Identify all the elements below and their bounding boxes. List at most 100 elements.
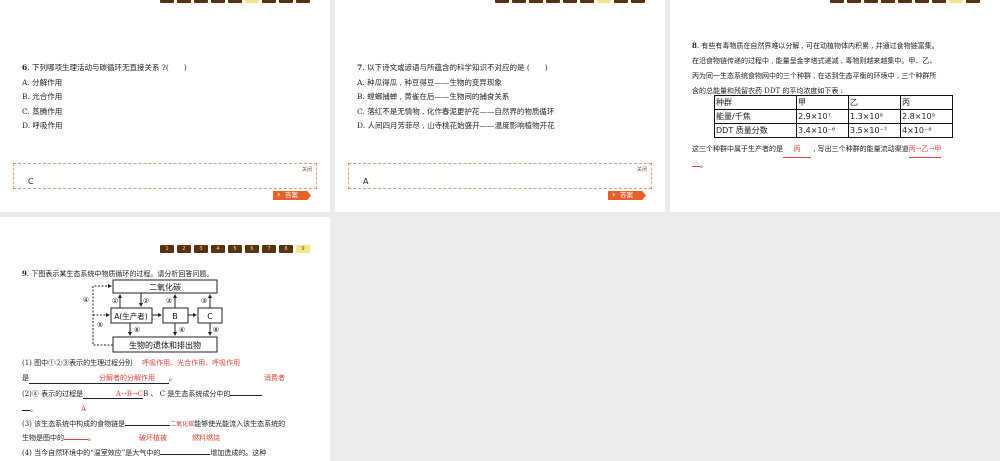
option-a: A. 分解作用 (22, 77, 63, 87)
part-1b: 是分解者的分解作用。 消费者 (22, 373, 302, 384)
page-button[interactable] (495, 0, 509, 3)
option-b: B. 光合作用 (22, 92, 63, 101)
page-button[interactable] (580, 0, 594, 3)
option-d: D. 人间四月芳菲尽 , 山寺桃花始盛开——温度影响植物开花 (357, 121, 555, 130)
page-button[interactable] (915, 0, 929, 3)
page-button[interactable]: 3 (194, 245, 208, 253)
answer: 破坏植被 (139, 434, 167, 442)
answer: 消费者 (264, 374, 285, 382)
page-button[interactable] (614, 0, 628, 3)
page-nav (160, 0, 310, 3)
table-cell: 甲 (796, 95, 849, 110)
table-cell: 1.3×10⁸ (848, 109, 901, 124)
text: (3) 该生态系统中构成的食物链是 (22, 420, 126, 428)
slide-question-6: 6. 下列哪项生理活动与碳循环无直接关系 ?( ) A. 分解作用 B. 光合作… (0, 0, 330, 212)
option-b: B. 螳螂捕蝉 , 黄雀在后——生物间的捕食关系 (357, 92, 510, 101)
slide-question-8: 8. 有些有毒物质在自然界难以分解 , 可在动植物体内积累 , 并通过食物链富集… (670, 0, 1000, 212)
label-2: ② (143, 297, 149, 305)
answer: 二氧化碳 (170, 421, 195, 428)
close-button[interactable]: 关闭 (302, 166, 312, 173)
question: 7. 以下诗文或谚语与所蕴含的科学知识不对应的是 ( ) A. 种瓜得瓜 , 种… (357, 61, 555, 134)
text: (4) 当今自然环境中的“温室效应”是大气中的 (22, 449, 161, 457)
table-cell: 2.8×10⁹ (900, 109, 953, 124)
node-b: B (172, 312, 178, 321)
page-button[interactable] (296, 0, 310, 3)
table-cell: 4×10⁻⁸ (900, 123, 953, 138)
answer-chain: 丙→乙→甲 (908, 142, 942, 158)
table-cell: 乙 (848, 95, 901, 110)
page-button[interactable]: 7 (262, 245, 276, 253)
text: 。 (169, 374, 176, 382)
page-button[interactable] (279, 0, 293, 3)
page-button[interactable] (194, 0, 208, 3)
label-6: ⑥ (134, 326, 140, 334)
page-button[interactable] (177, 0, 191, 3)
slide-question-9: 123456789 9. 下图表示某生态系统中物质循环的过程。请分析回答问题。 … (0, 217, 330, 461)
question: 6. 下列哪项生理活动与碳循环无直接关系 ?( ) A. 分解作用 B. 光合作… (22, 61, 187, 134)
page-button[interactable] (631, 0, 645, 3)
page-button[interactable]: 5 (228, 245, 242, 253)
answer-value: C (28, 177, 34, 186)
close-button[interactable]: 关闭 (637, 166, 647, 173)
text: 增加造成的。这种 (210, 449, 267, 457)
option-a: A. 种瓜得瓜 , 种豆得豆——生物的变异现象 (357, 77, 502, 87)
page-button[interactable]: 1 (160, 245, 174, 253)
page-button[interactable] (898, 0, 912, 3)
table-cell: 能量/千焦 (714, 109, 797, 124)
label-5: ⑤ (97, 321, 103, 329)
page-button-active[interactable] (597, 0, 611, 3)
page-button[interactable]: 8 (279, 245, 293, 253)
page-button[interactable] (563, 0, 577, 3)
page-button[interactable] (512, 0, 526, 3)
part-1: (1) 图中①②③表示的生理过程分别 呼吸作用、光合作用、呼吸作用 (22, 358, 240, 368)
page-button[interactable] (847, 0, 861, 3)
page-button[interactable] (546, 0, 560, 3)
text: (1) 图中①②③表示的生理过程分别 (22, 359, 133, 367)
part-2b: 。 A (22, 404, 86, 414)
page-button-active[interactable] (949, 0, 963, 3)
page-button[interactable]: 6 (245, 245, 259, 253)
page-button-active[interactable] (245, 0, 259, 3)
page-button[interactable] (966, 0, 980, 3)
question-stem: . 有些有毒物质在自然界难以分解 , 可在动植物体内积累 , 并通过食物链富集。 (696, 42, 939, 50)
label-3: ③ (201, 297, 207, 305)
text: 是 (22, 374, 29, 382)
page-button[interactable] (932, 0, 946, 3)
page-button[interactable] (881, 0, 895, 3)
answer: 燃料燃烧 (192, 434, 220, 442)
page-button[interactable] (211, 0, 225, 3)
cycle-diagram: 二氧化碳 A(生产者) B C 生物的遗体和排出物 ① ② ③ ③ ④ ⑤ ⑥ … (83, 279, 223, 353)
page-nav (495, 0, 645, 3)
page-button[interactable]: 4 (211, 245, 225, 253)
table-cell: 种群 (714, 95, 797, 110)
page-button[interactable] (529, 0, 543, 3)
page-button[interactable] (160, 0, 174, 3)
text: (2)④ 表示的过程是 (22, 390, 84, 398)
table-cell: 2.9×10⁷ (796, 109, 849, 124)
page-button[interactable] (228, 0, 242, 3)
answer: A (81, 405, 87, 413)
option-c: C. 落红不是无情物 , 化作春泥更护花——自然界的物质循环 (357, 106, 555, 116)
page-button[interactable]: 2 (177, 245, 191, 253)
page-nav (830, 0, 980, 3)
node-producer: A(生产者) (114, 311, 148, 321)
option-d: D. 呼吸作用 (22, 121, 63, 130)
question: 8. 有些有毒物质在自然界难以分解 , 可在动植物体内积累 , 并通过食物链富集… (692, 38, 939, 99)
answer-button[interactable]: 答案 (608, 191, 646, 200)
page-button-active[interactable]: 9 (296, 245, 310, 253)
page-button[interactable] (864, 0, 878, 3)
slide-question-7: 7. 以下诗文或谚语与所蕴含的科学知识不对应的是 ( ) A. 种瓜得瓜 , 种… (335, 0, 665, 212)
label-6: ⑥ (179, 326, 185, 334)
text: 。 (88, 434, 95, 442)
text: 能够使光能流入该生态系统的 (194, 420, 286, 428)
node-co2: 二氧化碳 (149, 282, 181, 292)
answer-value: A (363, 177, 369, 186)
table-cell: DDT 质量分数 (714, 123, 797, 138)
part-2: (2)④ 表示的过程是 A→B→CB 、 C 是生态系统成分中的 (22, 389, 263, 399)
page-button[interactable] (262, 0, 276, 3)
page-button[interactable] (830, 0, 844, 3)
answer-button[interactable]: 答案 (273, 191, 311, 200)
table-cell: 丙 (900, 95, 953, 110)
answer: A→B→C (83, 390, 144, 399)
label-1: ① (112, 297, 118, 305)
